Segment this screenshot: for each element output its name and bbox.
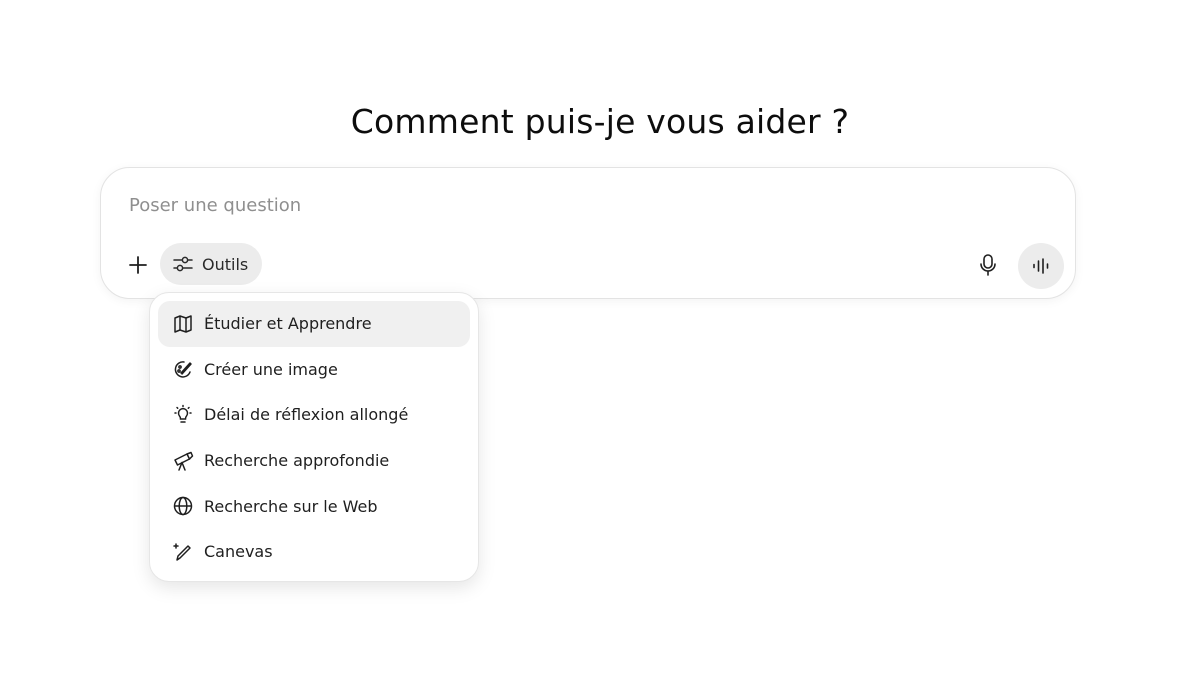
plus-icon [127, 254, 149, 276]
menu-item-label: Canevas [204, 542, 273, 562]
dictate-button[interactable] [971, 248, 1005, 282]
tools-menu: Étudier et Apprendre Créer une image Dél… [149, 292, 479, 582]
voice-mode-button[interactable] [1018, 243, 1064, 289]
palette-icon [172, 358, 194, 380]
book-open-icon [172, 313, 194, 335]
menu-item-label: Recherche approfondie [204, 451, 390, 471]
menu-item-label: Délai de réflexion allongé [204, 405, 409, 425]
page-title: Comment puis-je vous aider ? [350, 102, 850, 142]
menu-item-study[interactable]: Étudier et Apprendre [158, 301, 470, 347]
globe-icon [172, 495, 194, 517]
menu-item-deep-research[interactable]: Recherche approfondie [158, 438, 470, 484]
prompt-input[interactable] [127, 190, 1031, 220]
menu-item-extended-thinking[interactable]: Délai de réflexion allongé [158, 392, 470, 438]
add-attachment-button[interactable] [121, 248, 155, 282]
menu-item-canvas[interactable]: Canevas [158, 529, 470, 575]
sliders-icon [172, 253, 194, 275]
menu-item-create-image[interactable]: Créer une image [158, 347, 470, 393]
menu-item-label: Créer une image [204, 359, 338, 379]
tools-label: Outils [202, 254, 249, 274]
page: Comment puis-je vous aider ? Outils [0, 0, 1200, 675]
tools-button[interactable]: Outils [160, 243, 263, 285]
lightbulb-icon [172, 404, 194, 426]
pencil-sparkle-icon [172, 541, 194, 563]
microphone-icon [977, 253, 999, 277]
telescope-icon [172, 450, 194, 472]
menu-item-label: Recherche sur le Web [204, 496, 378, 516]
menu-item-label: Étudier et Apprendre [204, 314, 372, 334]
menu-item-web-search[interactable]: Recherche sur le Web [158, 483, 470, 529]
prompt-composer: Outils [100, 167, 1076, 299]
voice-waveform-icon [1031, 256, 1051, 276]
